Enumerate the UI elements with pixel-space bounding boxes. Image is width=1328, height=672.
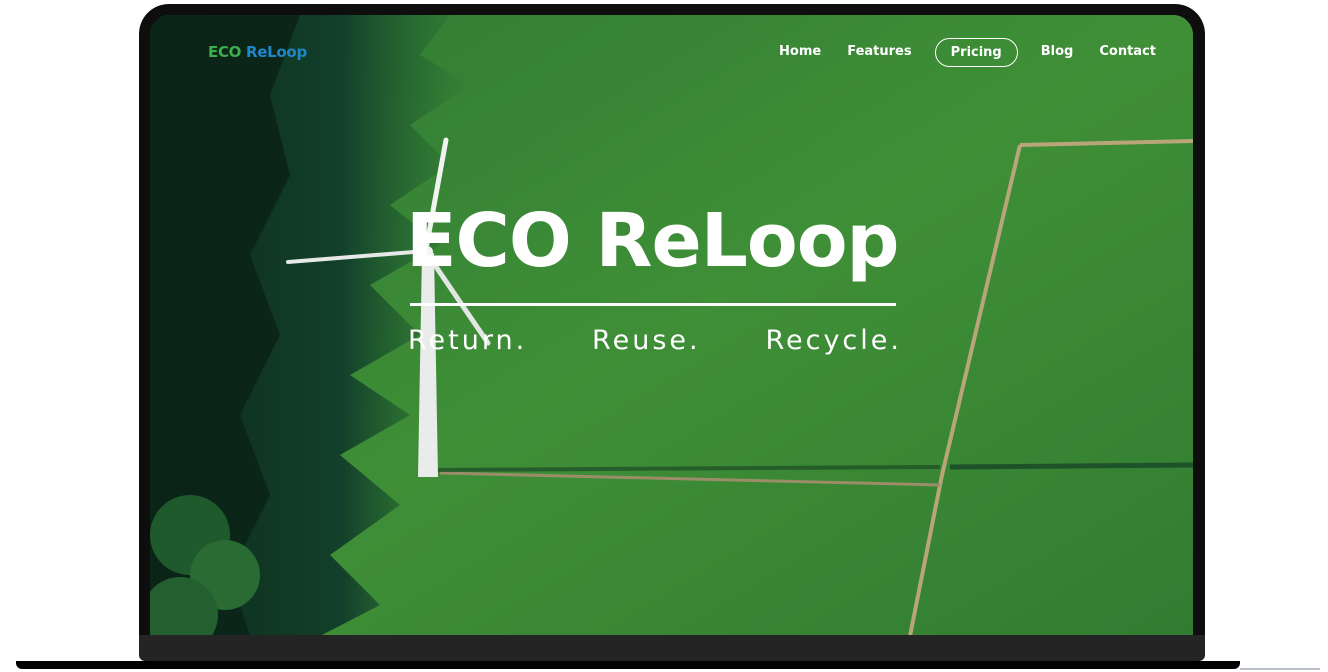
tagline-reuse: Reuse. (592, 325, 701, 356)
laptop-bottom-bezel (139, 635, 1205, 661)
website-screen: ECO ReLoop Home Features Pricing Blog Co… (150, 15, 1193, 636)
hero-tagline: Return. Reuse. Recycle. (408, 325, 902, 356)
main-nav: Home Features Pricing Blog Contact (766, 37, 1169, 67)
logo-word-reloop: ReLoop (246, 43, 307, 61)
site-logo[interactable]: ECO ReLoop (208, 43, 307, 61)
hero-title: ECO ReLoop (406, 198, 899, 284)
tagline-return: Return. (408, 325, 528, 356)
tagline-recycle: Recycle. (765, 325, 902, 356)
nav-link-features[interactable]: Features (834, 37, 924, 67)
nav-link-blog[interactable]: Blog (1028, 37, 1087, 67)
laptop-base (16, 661, 1240, 669)
hero-divider (410, 303, 896, 306)
logo-word-eco: ECO (208, 43, 242, 61)
nav-link-pricing[interactable]: Pricing (934, 37, 1018, 67)
laptop-base-highlight (1240, 668, 1320, 670)
nav-link-contact[interactable]: Contact (1086, 37, 1169, 67)
nav-link-home[interactable]: Home (766, 37, 834, 67)
